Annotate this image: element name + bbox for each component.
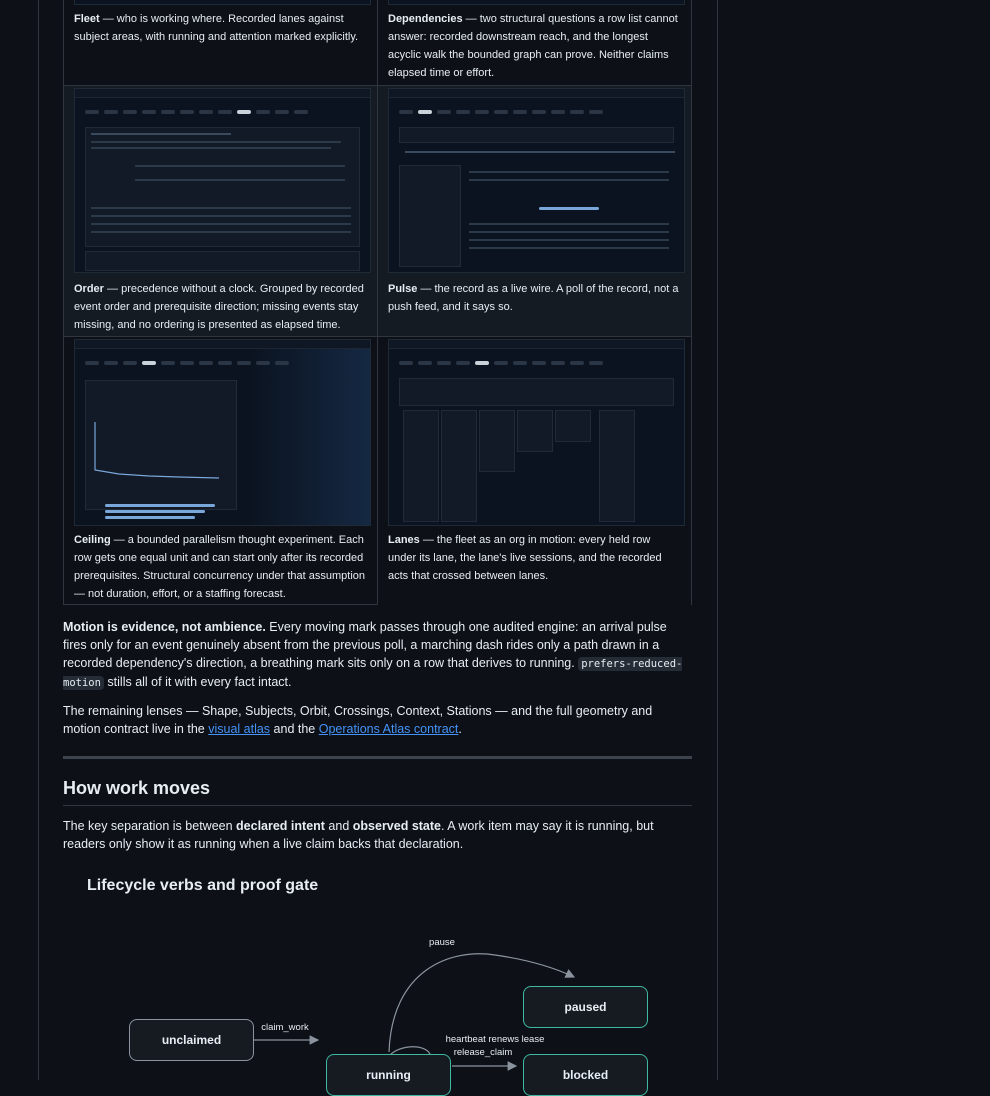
node-running: running [326, 1054, 451, 1096]
label-claim-work: claim_work [261, 1022, 309, 1033]
node-unclaimed: unclaimed [129, 1019, 254, 1061]
diagram-edges [254, 953, 576, 1071]
label-pause: pause [429, 937, 455, 948]
label-release-claim: release_claim [453, 1047, 513, 1058]
label-heartbeat: heartbeat renews lease [445, 1034, 545, 1045]
node-blocked: blocked [523, 1054, 648, 1096]
node-paused: paused [523, 986, 648, 1028]
